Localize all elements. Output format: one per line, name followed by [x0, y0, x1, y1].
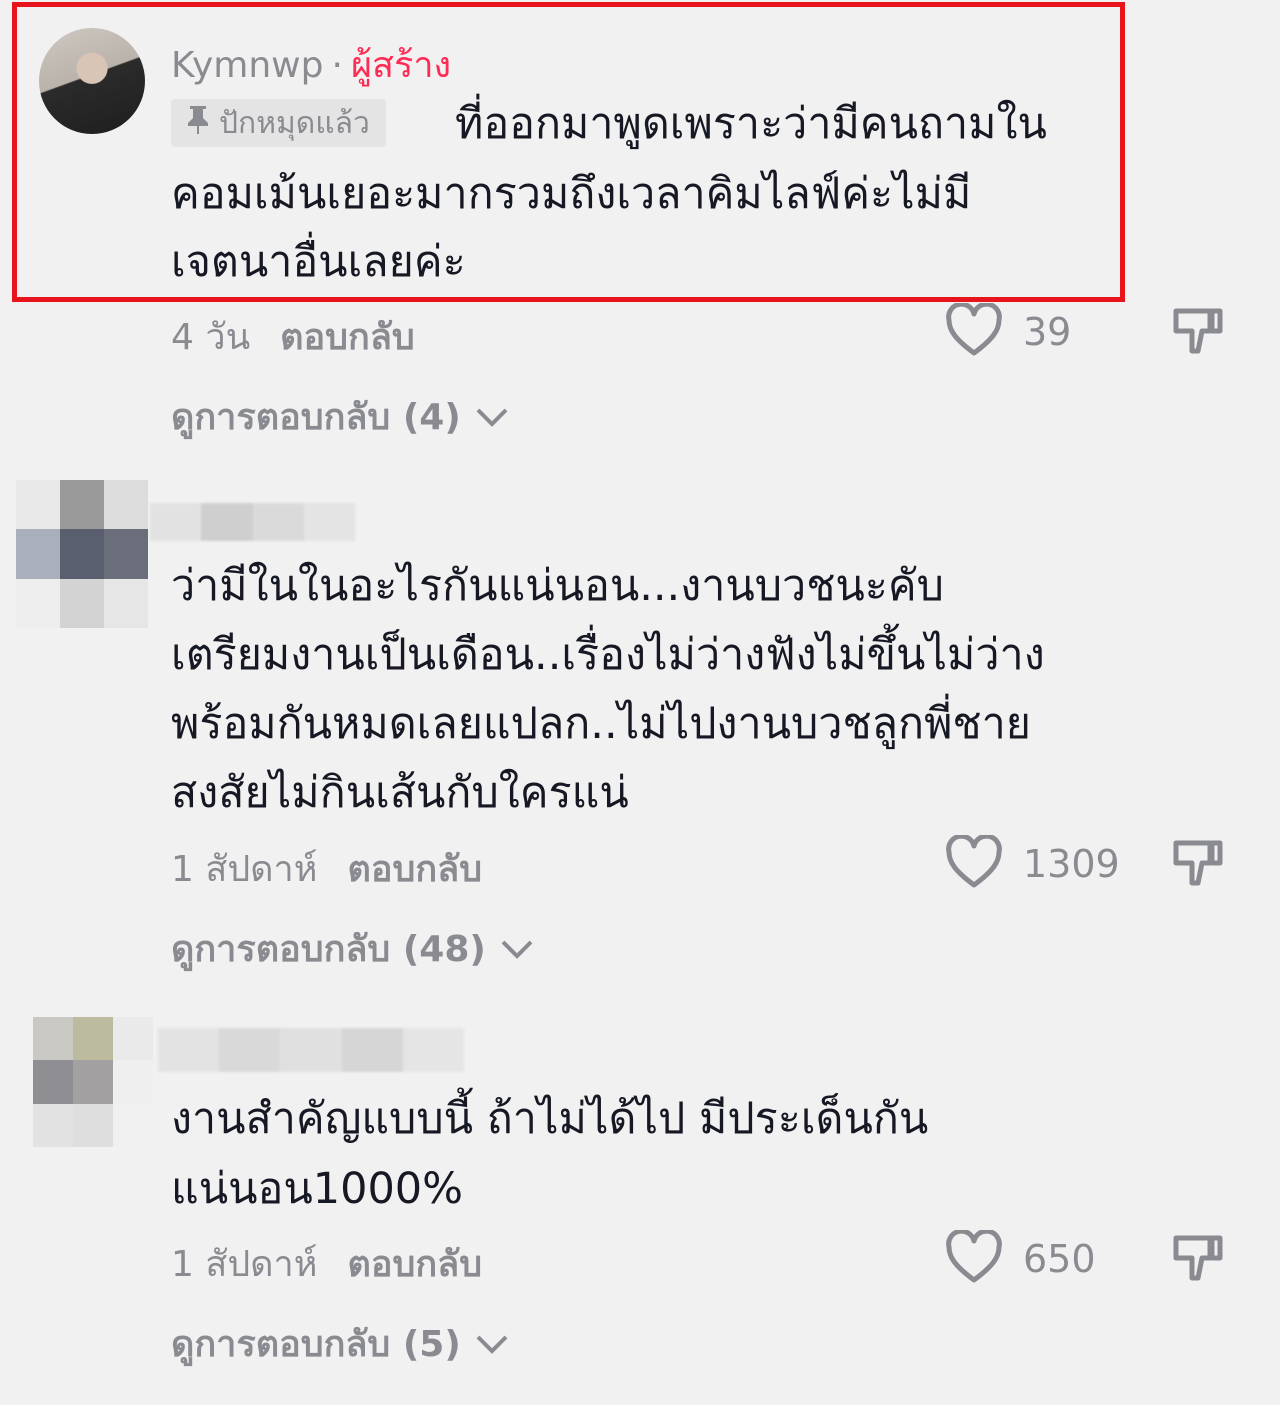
dislike-icon[interactable]: [1172, 1232, 1228, 1288]
like-button[interactable]: 1309: [945, 833, 1120, 893]
view-replies-label: ดูการตอบกลับ (48): [171, 929, 486, 970]
view-replies-label: ดูการตอบกลับ (4): [171, 397, 461, 438]
heart-icon[interactable]: [945, 301, 1003, 361]
like-button[interactable]: 39: [945, 301, 1072, 361]
comment-text-line: งานสำคัญแบบนี้ ถ้าไม่ได้ไป มีประเด็นกัน: [171, 1094, 929, 1144]
view-replies-button[interactable]: ดูการตอบกลับ (48): [171, 920, 534, 977]
view-replies-label: ดูการตอบกลับ (5): [171, 1324, 461, 1365]
like-count: 1309: [1023, 842, 1120, 886]
view-replies-button[interactable]: ดูการตอบกลับ (5): [171, 1315, 509, 1372]
highlight-box: [12, 2, 1125, 302]
heart-icon[interactable]: [945, 1228, 1003, 1288]
comment-meta: 1 สัปดาห์ ตอบกลับ: [171, 1235, 482, 1292]
heart-icon[interactable]: [945, 833, 1003, 893]
timestamp: 4 วัน: [171, 317, 251, 358]
comment-text-line: ว่ามีในในอะไรกันแน่นอน...งานบวชนะคับ: [171, 561, 944, 611]
chevron-down-icon: [475, 396, 509, 437]
timestamp: 1 สัปดาห์: [171, 849, 318, 890]
like-count: 650: [1023, 1237, 1096, 1281]
username-redacted: [150, 503, 355, 541]
comment-meta: 4 วัน ตอบกลับ: [171, 308, 415, 365]
dislike-icon[interactable]: [1172, 837, 1228, 893]
dislike-icon[interactable]: [1172, 305, 1228, 361]
chevron-down-icon: [500, 928, 534, 969]
view-replies-button[interactable]: ดูการตอบกลับ (4): [171, 388, 509, 445]
comment-meta: 1 สัปดาห์ ตอบกลับ: [171, 840, 482, 897]
reply-button[interactable]: ตอบกลับ: [348, 840, 483, 897]
like-count: 39: [1023, 310, 1072, 354]
like-button[interactable]: 650: [945, 1228, 1096, 1288]
comment-text-line: เตรียมงานเป็นเดือน..เรื่องไม่ว่างฟังไม่ข…: [171, 630, 1045, 680]
username-redacted: [158, 1028, 465, 1072]
comment-text-line: พร้อมกันหมดเลยแปลก..ไม่ไปงานบวชลูกพี่ชาย: [171, 699, 1031, 749]
chevron-down-icon: [475, 1323, 509, 1364]
comment-text-line: แน่นอน1000%: [171, 1164, 464, 1214]
avatar[interactable]: [33, 1017, 153, 1147]
reply-button[interactable]: ตอบกลับ: [280, 308, 415, 365]
timestamp: 1 สัปดาห์: [171, 1244, 318, 1285]
comment-text-line: สงสัยไม่กินเส้นกับใครแน่: [171, 768, 629, 818]
reply-button[interactable]: ตอบกลับ: [348, 1235, 483, 1292]
avatar[interactable]: [16, 480, 148, 628]
